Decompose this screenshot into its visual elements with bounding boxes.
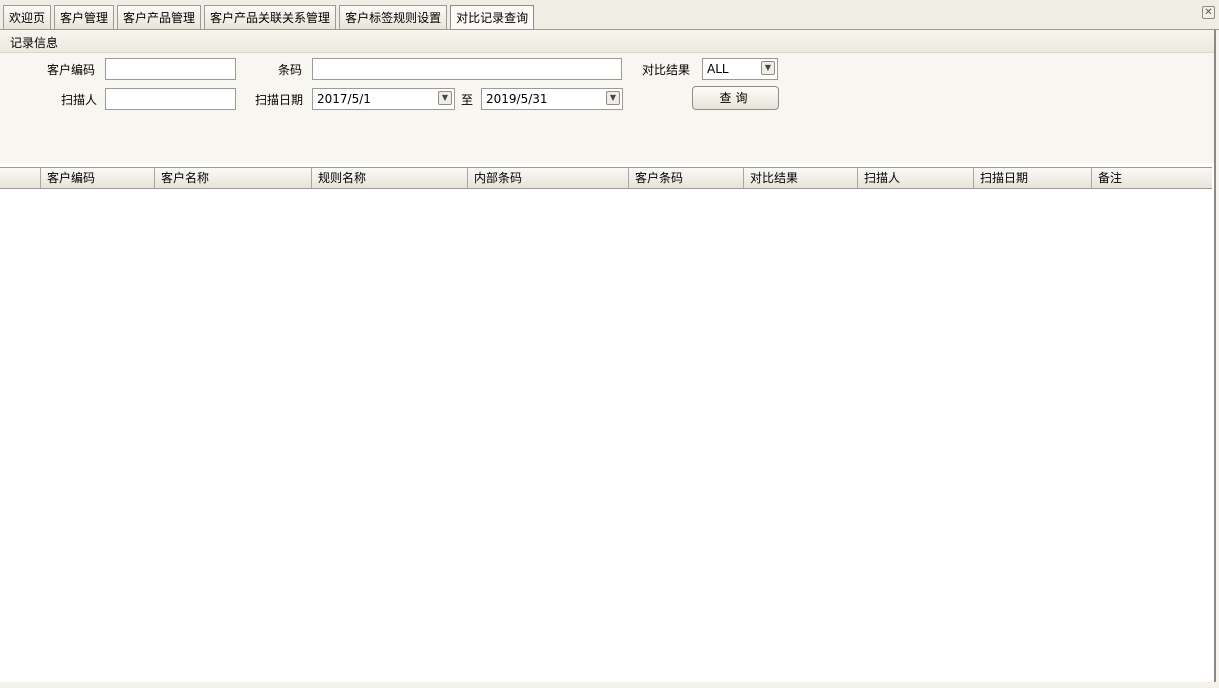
content-panel: 记录信息 客户编码 条码 对比结果 ALL ▼ 扫描人 扫描日期 2017/5/… bbox=[0, 30, 1216, 682]
barcode-input[interactable] bbox=[312, 58, 622, 80]
tab-customer-management[interactable]: 客户管理 bbox=[54, 5, 115, 29]
column-header-customer-code[interactable]: 客户编码 bbox=[41, 168, 155, 188]
customer-code-input[interactable] bbox=[105, 58, 236, 80]
section-title: 记录信息 bbox=[10, 36, 59, 50]
date-to-value: 2019/5/31 bbox=[486, 92, 548, 106]
table-header: 客户编码 客户名称 规则名称 内部条码 客户条码 对比结果 扫描人 扫描日期 备… bbox=[0, 167, 1212, 189]
close-icon[interactable]: ✕ bbox=[1202, 6, 1215, 19]
tab-list: 欢迎页 客户管理 客户产品管理 客户产品关联关系管理 客户标签规则设置 对比记录… bbox=[3, 5, 537, 30]
compare-result-label: 对比结果 bbox=[642, 63, 691, 77]
column-header-remark[interactable]: 备注 bbox=[1092, 168, 1212, 188]
scanner-input[interactable] bbox=[105, 88, 236, 110]
date-to-picker[interactable]: 2019/5/31 ▼ bbox=[481, 88, 623, 110]
compare-result-value: ALL bbox=[707, 62, 729, 76]
column-header-customer-barcode[interactable]: 客户条码 bbox=[629, 168, 744, 188]
column-header-scan-date[interactable]: 扫描日期 bbox=[974, 168, 1092, 188]
tab-customer-product-relation[interactable]: 客户产品关联关系管理 bbox=[204, 5, 337, 29]
scan-date-label: 扫描日期 bbox=[255, 93, 304, 107]
column-header-customer-name[interactable]: 客户名称 bbox=[155, 168, 312, 188]
tab-customer-product-management[interactable]: 客户产品管理 bbox=[117, 5, 202, 29]
date-from-value: 2017/5/1 bbox=[317, 92, 371, 106]
bottom-strip bbox=[0, 682, 1219, 688]
barcode-label: 条码 bbox=[278, 63, 303, 77]
query-button[interactable]: 查询 bbox=[692, 86, 779, 110]
tab-welcome[interactable]: 欢迎页 bbox=[3, 5, 52, 29]
search-form: 客户编码 条码 对比结果 ALL ▼ 扫描人 扫描日期 2017/5/1 ▼ 至… bbox=[0, 53, 1214, 163]
tab-strip: 欢迎页 客户管理 客户产品管理 客户产品关联关系管理 客户标签规则设置 对比记录… bbox=[0, 0, 1219, 30]
column-header-rule-name[interactable]: 规则名称 bbox=[312, 168, 468, 188]
section-header: 记录信息 bbox=[0, 30, 1214, 53]
compare-result-select[interactable]: ALL ▼ bbox=[702, 58, 778, 80]
chevron-down-icon[interactable]: ▼ bbox=[438, 91, 452, 105]
column-header-internal-barcode[interactable]: 内部条码 bbox=[468, 168, 629, 188]
date-from-picker[interactable]: 2017/5/1 ▼ bbox=[312, 88, 455, 110]
tab-label-rule-settings[interactable]: 客户标签规则设置 bbox=[339, 5, 448, 29]
column-header-indicator[interactable] bbox=[0, 168, 41, 188]
date-to-label: 至 bbox=[461, 93, 474, 107]
chevron-down-icon[interactable]: ▼ bbox=[606, 91, 620, 105]
customer-code-label: 客户编码 bbox=[47, 63, 96, 77]
tab-compare-record-query[interactable]: 对比记录查询 bbox=[450, 5, 535, 30]
table-body[interactable] bbox=[0, 189, 1212, 682]
chevron-down-icon[interactable]: ▼ bbox=[761, 61, 775, 75]
column-header-scanner[interactable]: 扫描人 bbox=[858, 168, 974, 188]
column-header-compare-result[interactable]: 对比结果 bbox=[744, 168, 858, 188]
scanner-label: 扫描人 bbox=[61, 93, 98, 107]
